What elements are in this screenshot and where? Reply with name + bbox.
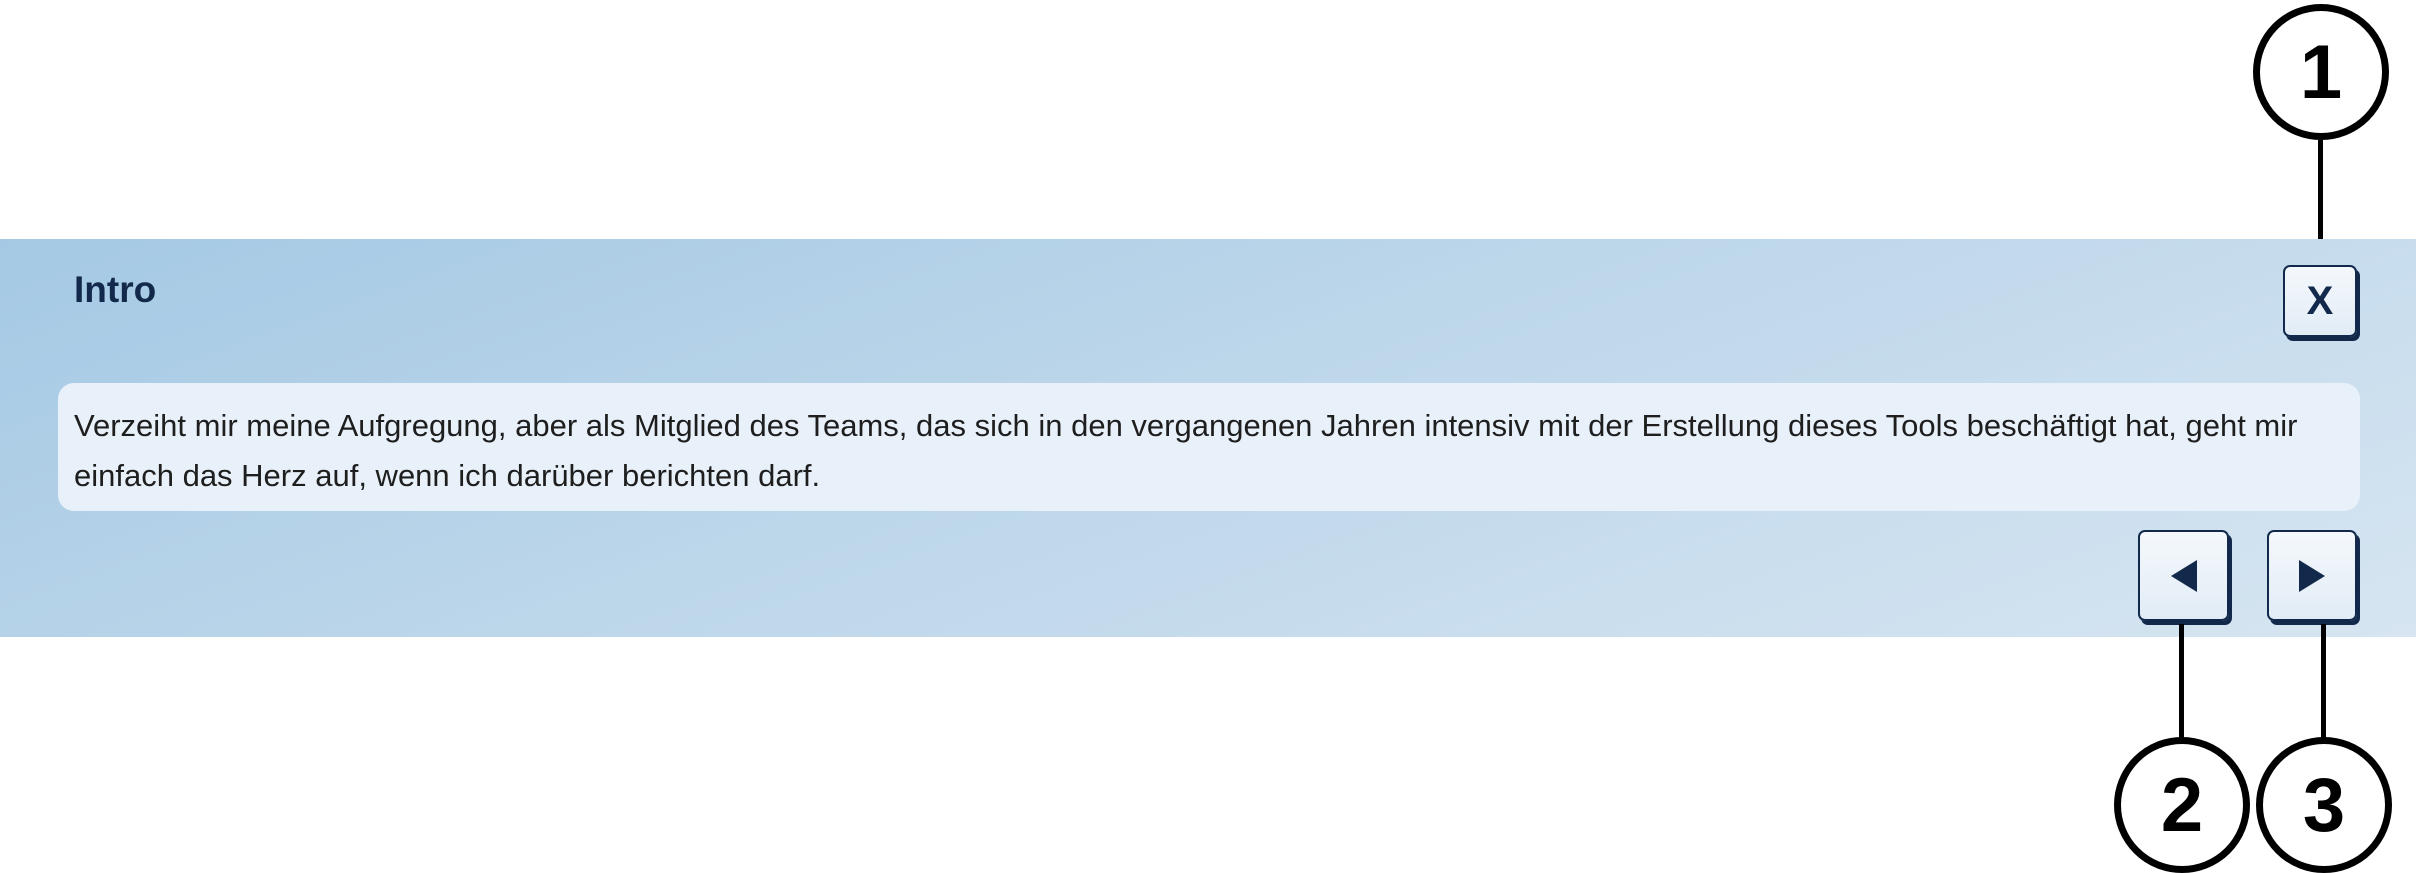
- callout-number-3: 3: [2302, 762, 2346, 848]
- callout-marker-1: 1: [2253, 4, 2389, 140]
- dialog-title: Intro: [74, 269, 157, 310]
- callout-number-1: 1: [2299, 29, 2343, 115]
- close-button[interactable]: X: [2283, 265, 2357, 337]
- previous-button[interactable]: [2138, 530, 2229, 621]
- close-button-label: X: [2306, 279, 2334, 323]
- triangle-left-icon: [2170, 559, 2197, 592]
- intro-dialog: Intro X Verzeiht mir meine Aufgregung, a…: [0, 239, 2416, 637]
- callout-line-2: [2179, 624, 2184, 742]
- callout-line-3: [2321, 624, 2326, 742]
- callout-marker-2: 2: [2114, 737, 2250, 873]
- next-button[interactable]: [2267, 530, 2357, 621]
- callout-marker-3: 3: [2256, 737, 2392, 873]
- triangle-right-icon: [2299, 559, 2325, 592]
- dialog-text: Verzeiht mir meine Aufgregung, aber als …: [58, 383, 2360, 511]
- callout-number-2: 2: [2160, 762, 2204, 848]
